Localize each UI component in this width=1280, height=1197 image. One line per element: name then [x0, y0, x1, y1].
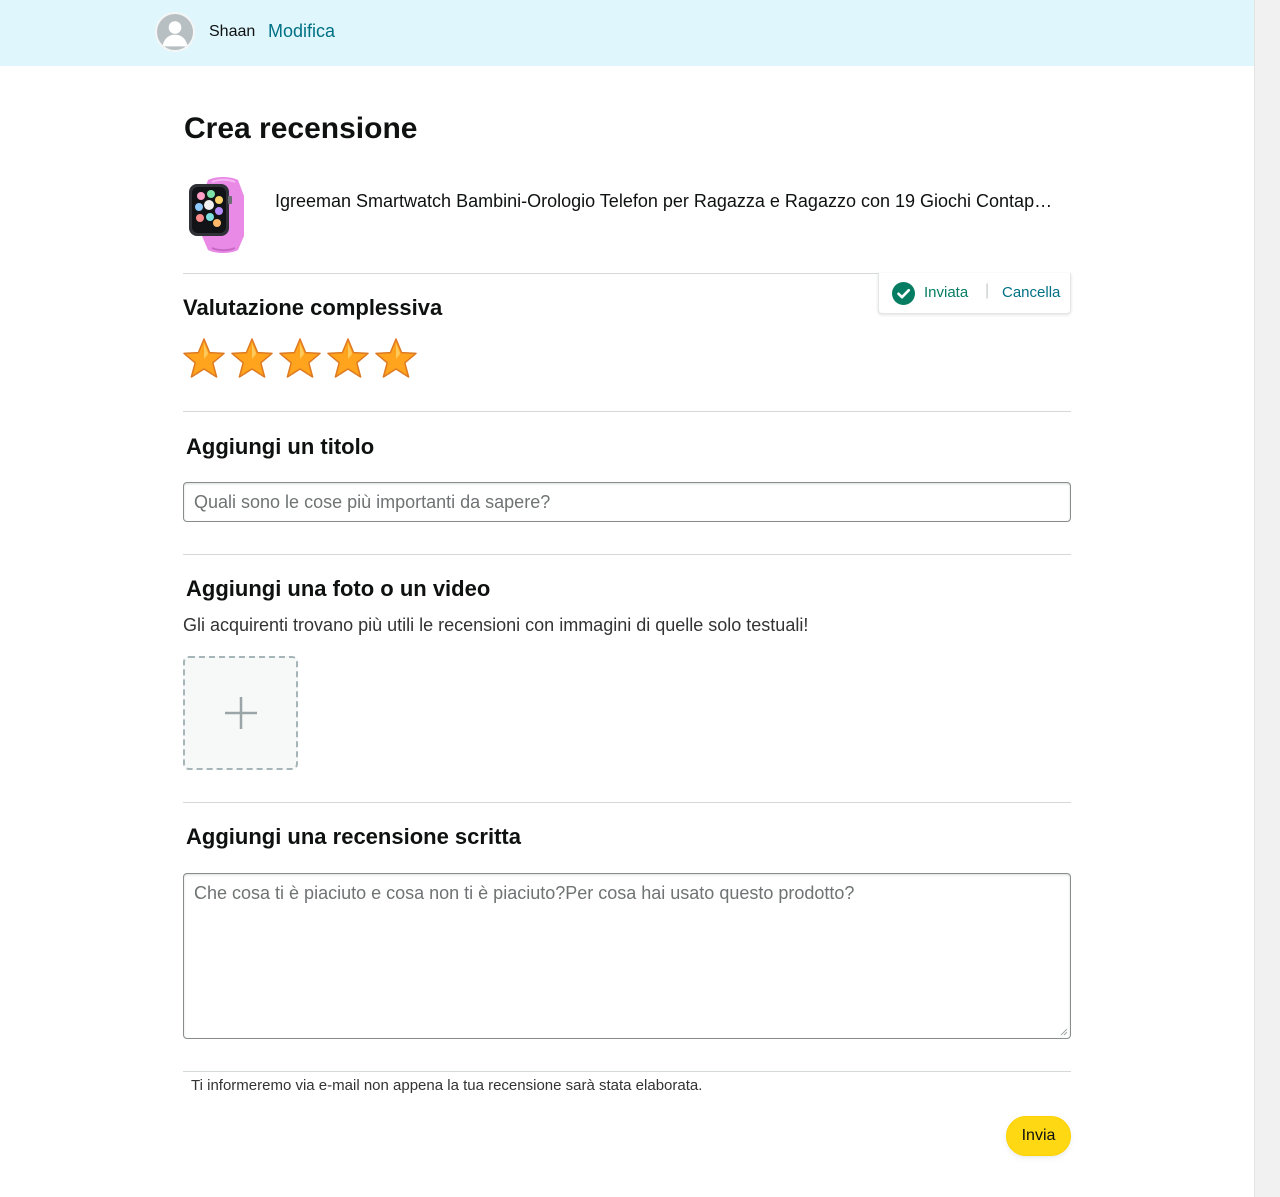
username: Shaan — [209, 23, 256, 40]
divider — [183, 411, 1071, 412]
headline-input[interactable]: Quali sono le cose più importanti da sap… — [183, 482, 1071, 522]
add-media-button[interactable] — [183, 656, 298, 770]
rating-sent-status: Inviata — [924, 284, 969, 301]
divider — [183, 802, 1071, 803]
star-5-icon[interactable] — [374, 337, 418, 381]
star-4-icon[interactable] — [326, 337, 370, 381]
profile-header: Shaan Modifica — [0, 0, 1254, 66]
media-section-title: Aggiungi una foto o un video — [186, 576, 491, 601]
status-separator: | — [985, 282, 990, 299]
product-title[interactable]: Igreeman Smartwatch Bambini-Orologio Tel… — [275, 191, 1060, 212]
check-circle-icon — [892, 282, 915, 305]
written-review-textarea[interactable]: Che cosa ti è piaciuto e cosa non ti è p… — [183, 873, 1071, 1039]
page-title: Crea recensione — [184, 112, 418, 145]
smartwatch-product-image — [186, 176, 258, 254]
avatar — [155, 12, 195, 52]
written-review-section-title: Aggiungi una recensione scritta — [186, 824, 521, 849]
star-3-icon[interactable] — [278, 337, 322, 381]
cancel-rating-link[interactable]: Cancella — [1002, 284, 1060, 301]
scrollbar[interactable] — [1254, 0, 1280, 1197]
rating-status-box: Inviata | Cancella — [878, 273, 1071, 314]
star-1-icon[interactable] — [182, 337, 226, 381]
edit-profile-link[interactable]: Modifica — [268, 21, 335, 42]
email-notice: Ti informeremo via e-mail non appena la … — [191, 1077, 703, 1094]
divider — [183, 1071, 1071, 1072]
headline-placeholder: Quali sono le cose più importanti da sap… — [194, 492, 551, 512]
submit-button[interactable]: Invia — [1006, 1116, 1071, 1156]
star-2-icon[interactable] — [230, 337, 274, 381]
user-silhouette-icon — [162, 21, 188, 47]
rating-section-title: Valutazione complessiva — [183, 295, 443, 320]
divider — [183, 554, 1071, 555]
star-rating[interactable] — [182, 337, 418, 383]
written-review-placeholder: Che cosa ti è piaciuto e cosa non ti è p… — [194, 883, 855, 903]
resize-grip-icon[interactable] — [1060, 1028, 1068, 1036]
media-description: Gli acquirenti trovano più utili le rece… — [183, 615, 809, 635]
plus-icon — [225, 697, 257, 729]
headline-section-title: Aggiungi un titolo — [186, 434, 375, 459]
